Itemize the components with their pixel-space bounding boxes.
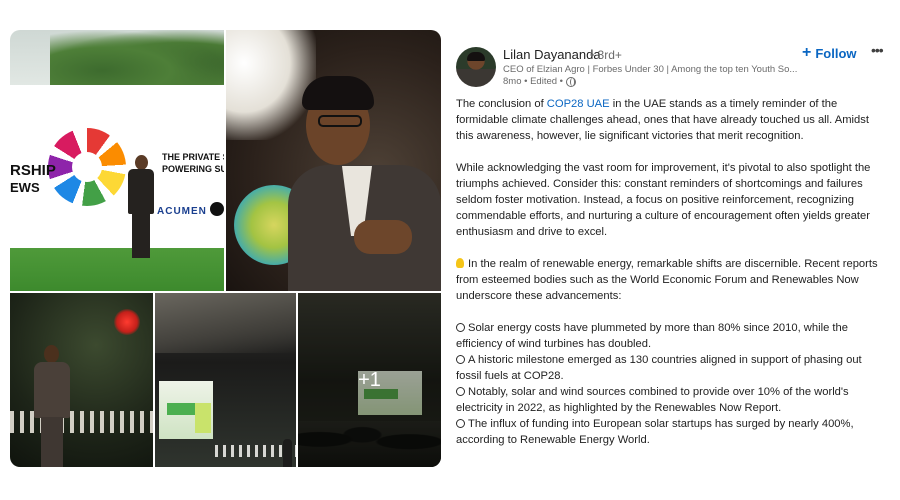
more-photos-count[interactable]: +1 [298, 293, 441, 467]
speaker-figure [32, 345, 72, 467]
connection-degree: • 3rd+ [590, 48, 622, 62]
speaker-figure [125, 155, 157, 260]
post-time: 8mo • Edited • [503, 76, 563, 87]
photo-event-banner[interactable]: RSHIP EWS THE PRIVATE SEC POWERING SUST … [10, 30, 224, 291]
photo-venue-screen[interactable] [155, 293, 296, 467]
attendee-figure [283, 439, 292, 467]
sponsor-logo-text: ACUMEN [157, 206, 207, 217]
speaker-hair [302, 76, 374, 110]
post-text: The conclusion of COP28 UAE in the UAE s… [456, 96, 886, 448]
bullet-icon [456, 419, 465, 428]
sdg-ring-logo [48, 128, 126, 206]
post-paragraph-1: The conclusion of COP28 UAE in the UAE s… [456, 98, 869, 142]
grass-floor [10, 248, 224, 291]
event-sign [195, 403, 211, 433]
follow-button[interactable]: + Follow [802, 44, 857, 62]
post-photo-gallery: RSHIP EWS THE PRIVATE SEC POWERING SUST … [10, 30, 441, 467]
banner-text-1: RSHIP [10, 162, 56, 179]
post-bullet-1: Solar energy costs have plummeted by mor… [456, 322, 848, 350]
banner-text-2: EWS [10, 180, 40, 195]
photo-night-portrait[interactable] [10, 293, 153, 467]
bullet-icon [456, 355, 465, 364]
author-name[interactable]: Lilan Dayananda [503, 47, 601, 62]
tent-canopy [155, 293, 296, 353]
globe-icon [566, 76, 576, 87]
post-bullet-3: Notably, solar and wind sources combined… [456, 386, 849, 414]
stage-light [226, 30, 316, 140]
author-avatar[interactable] [456, 47, 496, 87]
more-options-button[interactable]: ••• [871, 42, 885, 60]
speaker-glasses [318, 115, 362, 127]
post-meta: 8mo • Edited • [503, 76, 576, 87]
banner-text-3: THE PRIVATE SEC [162, 152, 224, 162]
author-headline: CEO of Elzian Agro | Forbes Under 30 | A… [503, 64, 798, 75]
follow-label: Follow [815, 45, 857, 61]
photo-speaker-closeup[interactable] [226, 30, 441, 291]
sponsor-logo-icon [210, 202, 224, 216]
red-light [114, 309, 140, 335]
photo-audience-more[interactable]: +1 [298, 293, 441, 467]
trees-background [50, 30, 224, 88]
post-paragraph-2: While acknowledging the vast room for im… [456, 162, 871, 238]
plus-icon: + [802, 44, 812, 61]
bullet-icon [456, 323, 465, 332]
speaker-hands [354, 220, 412, 254]
post-bullet-4: The influx of funding into European sola… [456, 418, 854, 446]
lightbulb-icon [456, 258, 464, 268]
hashtag-link[interactable]: COP28 UAE [547, 98, 610, 110]
bullet-icon [456, 387, 465, 396]
banner-text-4: POWERING SUST [162, 164, 224, 174]
post-bullet-2: A historic milestone emerged as 130 coun… [456, 354, 862, 382]
post-paragraph-3: In the realm of renewable energy, remark… [456, 258, 878, 302]
